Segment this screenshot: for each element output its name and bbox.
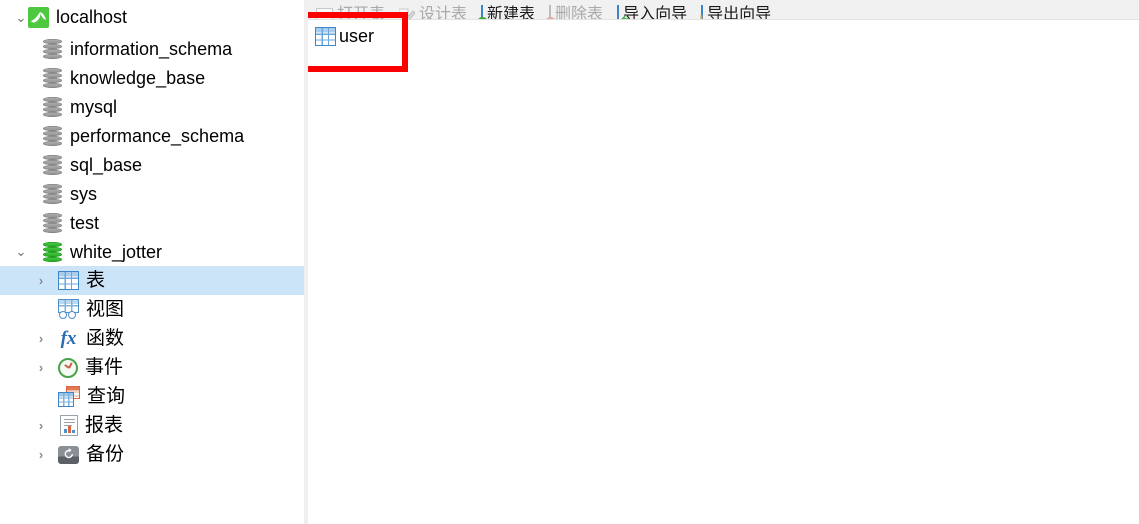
tree-item-label: knowledge_base bbox=[70, 67, 206, 88]
chevron-down-icon[interactable]: ⌄ bbox=[14, 11, 28, 24]
table-icon bbox=[58, 271, 79, 290]
tree-item-database[interactable]: test bbox=[0, 208, 304, 237]
tree-item-reports[interactable]: › 报表 bbox=[0, 411, 304, 440]
tree-item-label: localhost bbox=[56, 7, 128, 27]
tree-item-tables[interactable]: › 表 bbox=[0, 266, 304, 295]
tree-item-events[interactable]: › 事件 bbox=[0, 353, 304, 382]
toolbar-label: 打开表 bbox=[337, 6, 386, 20]
tree-item-label: test bbox=[70, 212, 100, 233]
toolbar-button-import-wizard[interactable]: ↰ 导入向导 bbox=[617, 0, 688, 20]
toolbar-label: 新建表 bbox=[487, 6, 536, 20]
design-table-icon bbox=[398, 8, 416, 19]
backup-icon bbox=[58, 445, 79, 464]
toolbar-button-export-wizard[interactable]: ↳ 导出向导 bbox=[698, 0, 772, 20]
database-open-icon bbox=[42, 241, 63, 262]
tree-item-views[interactable]: › 视图 bbox=[0, 295, 304, 324]
toolbar-label: 设计表 bbox=[419, 6, 468, 20]
tree-item-label: 备份 bbox=[86, 443, 125, 465]
tree-item-label: 报表 bbox=[85, 414, 124, 436]
toolbar-button-new-table[interactable]: + 新建表 bbox=[477, 0, 536, 20]
object-list-pane bbox=[308, 20, 1139, 524]
function-icon: fx bbox=[60, 328, 77, 349]
tree-item-label: 表 bbox=[86, 269, 106, 291]
tree-item-database[interactable]: knowledge_base bbox=[0, 63, 304, 92]
chevron-placeholder-icon: › bbox=[34, 390, 48, 403]
chevron-right-icon[interactable]: › bbox=[34, 361, 48, 374]
tree-item-label: sys bbox=[70, 183, 97, 204]
chevron-placeholder-icon: › bbox=[34, 303, 48, 316]
toolbar-button-open-table[interactable]: 打开表 bbox=[316, 0, 386, 20]
report-icon bbox=[60, 415, 78, 436]
toolbar-button-design-table[interactable]: 设计表 bbox=[398, 0, 468, 20]
tree-item-label: 函数 bbox=[86, 327, 125, 349]
table-icon bbox=[315, 26, 336, 46]
open-table-icon bbox=[316, 8, 333, 19]
database-icon bbox=[42, 154, 63, 175]
event-icon bbox=[58, 357, 78, 378]
tree-item-database[interactable]: mysql bbox=[0, 92, 304, 121]
pane-splitter[interactable] bbox=[304, 0, 308, 524]
database-icon bbox=[42, 67, 63, 88]
tree-item-database[interactable]: sys bbox=[0, 179, 304, 208]
tree-item-database-white-jotter[interactable]: ⌄ white_jotter bbox=[0, 237, 304, 266]
tree-item-label: 视图 bbox=[86, 298, 125, 320]
view-icon bbox=[58, 299, 79, 320]
query-icon bbox=[58, 386, 80, 407]
chevron-down-icon[interactable]: ⌄ bbox=[14, 245, 28, 258]
tree-item-functions[interactable]: › fx 函数 bbox=[0, 324, 304, 353]
tree-item-database[interactable]: performance_schema bbox=[0, 121, 304, 150]
navicat-window: 打开表 设计表 + 新建表 − 删除表 bbox=[0, 0, 1139, 524]
tree-item-label: 查询 bbox=[87, 385, 126, 407]
tree-item-backups[interactable]: › 备份 bbox=[0, 440, 304, 469]
database-icon bbox=[42, 38, 63, 59]
connection-tree: ⌄ localhost information_schema knowledge… bbox=[0, 0, 304, 469]
main-toolbar: 打开表 设计表 + 新建表 − 删除表 bbox=[308, 0, 1139, 20]
new-table-icon: + bbox=[477, 5, 489, 19]
tree-item-database[interactable]: information_schema bbox=[0, 34, 304, 63]
mysql-dolphin-icon bbox=[28, 6, 49, 28]
tree-item-label: white_jotter bbox=[70, 241, 163, 262]
list-item-label: user bbox=[339, 26, 375, 46]
tree-item-label: mysql bbox=[70, 96, 118, 117]
tree-item-localhost[interactable]: ⌄ localhost bbox=[0, 0, 304, 34]
tree-item-database[interactable]: sql_base bbox=[0, 150, 304, 179]
import-wizard-icon: ↰ bbox=[617, 5, 632, 19]
chevron-right-icon[interactable]: › bbox=[34, 274, 48, 287]
chevron-right-icon[interactable]: › bbox=[34, 419, 48, 432]
tree-item-label: information_schema bbox=[70, 38, 233, 59]
delete-table-icon: − bbox=[545, 5, 557, 19]
tree-item-queries[interactable]: › 查询 bbox=[0, 382, 304, 411]
toolbar-label: 导入向导 bbox=[623, 6, 688, 20]
tree-item-label: performance_schema bbox=[70, 125, 245, 146]
toolbar-label: 导出向导 bbox=[707, 6, 772, 20]
database-icon bbox=[42, 212, 63, 233]
toolbar-label: 删除表 bbox=[555, 6, 604, 20]
tree-item-label: 事件 bbox=[85, 356, 124, 378]
connection-tree-sidebar: ⌄ localhost information_schema knowledge… bbox=[0, 0, 304, 524]
chevron-right-icon[interactable]: › bbox=[34, 448, 48, 461]
database-icon bbox=[42, 125, 63, 146]
export-wizard-icon: ↳ bbox=[698, 5, 710, 19]
tree-item-label: sql_base bbox=[70, 154, 143, 175]
list-item[interactable]: user bbox=[311, 22, 378, 50]
toolbar-button-delete-table[interactable]: − 删除表 bbox=[545, 0, 604, 20]
database-icon bbox=[42, 96, 63, 117]
chevron-right-icon[interactable]: › bbox=[34, 332, 48, 345]
database-icon bbox=[42, 183, 63, 204]
